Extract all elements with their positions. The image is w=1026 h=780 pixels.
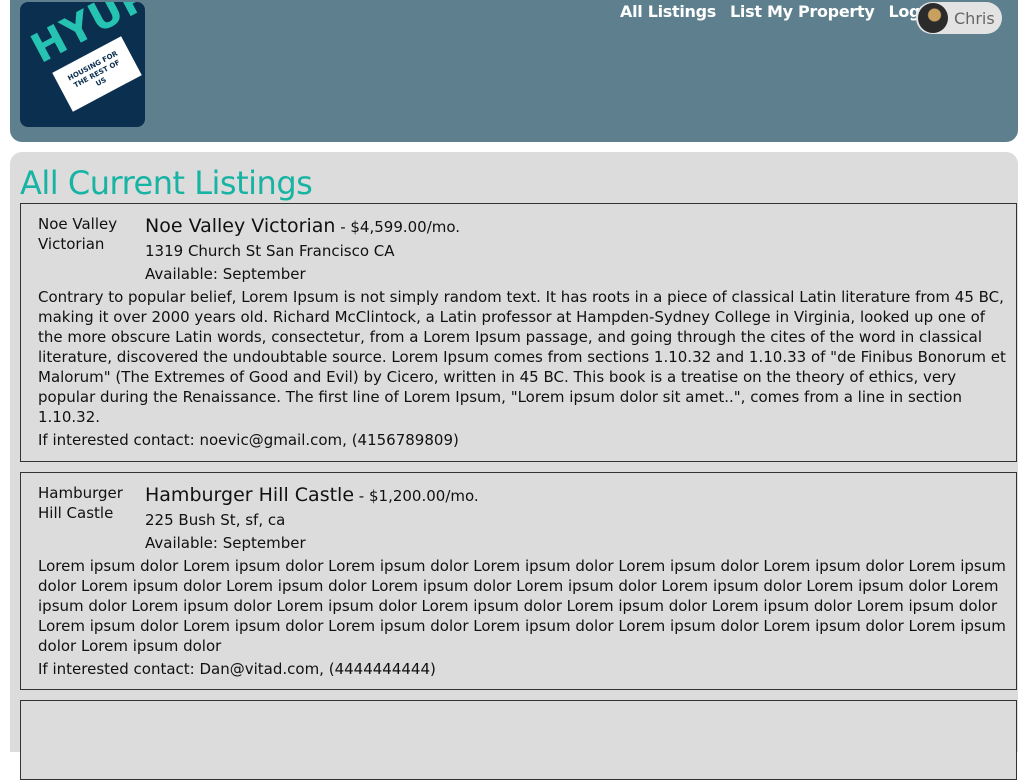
available-value: September bbox=[222, 265, 306, 283]
site-header: HYUP HOUSING FOR THE REST OF US All List… bbox=[10, 0, 1018, 142]
user-name: Chris bbox=[954, 8, 995, 28]
listing-title: Noe Valley Victorian bbox=[145, 215, 336, 237]
listing-image: Noe Valley Victorian bbox=[38, 215, 118, 253]
listing-availability: Available: September bbox=[38, 264, 1008, 284]
listing-card: Noe Valley Victorian Noe Valley Victoria… bbox=[20, 203, 1017, 462]
listing-price: - $1,200.00/mo. bbox=[358, 487, 479, 505]
available-label: Available: bbox=[145, 534, 218, 552]
main-nav: All Listings List My Property Logout bbox=[620, 2, 950, 21]
nav-list-my-property[interactable]: List My Property bbox=[730, 2, 875, 21]
listing-contact: If interested contact: noevic@gmail.com,… bbox=[38, 431, 459, 449]
listing-description: Lorem ipsum dolor Lorem ipsum dolor Lore… bbox=[38, 557, 1006, 655]
available-value: September bbox=[222, 534, 306, 552]
listing-price: - $4,599.00/mo. bbox=[340, 218, 461, 236]
listing-image: Hamburger Hill Castle bbox=[38, 484, 123, 522]
listing-address: 1319 Church St San Francisco CA bbox=[145, 242, 395, 260]
nav-all-listings[interactable]: All Listings bbox=[620, 2, 716, 21]
listing-card-partial bbox=[20, 700, 1017, 780]
listings-panel: All Current Listings Noe Valley Victoria… bbox=[10, 152, 1018, 780]
avatar bbox=[918, 3, 948, 33]
listing-contact: If interested contact: Dan@vitad.com, (4… bbox=[38, 660, 436, 678]
listing-description: Contrary to popular belief, Lorem Ipsum … bbox=[38, 288, 1006, 426]
available-label: Available: bbox=[145, 265, 218, 283]
listing-title: Hamburger Hill Castle bbox=[145, 484, 355, 506]
site-logo[interactable]: HYUP HOUSING FOR THE REST OF US bbox=[20, 2, 145, 127]
page-title: All Current Listings bbox=[20, 164, 313, 202]
listing-availability: Available: September bbox=[38, 533, 1008, 553]
listing-card: Hamburger Hill Castle Hamburger Hill Cas… bbox=[20, 472, 1017, 690]
user-menu[interactable]: Chris bbox=[916, 2, 1002, 34]
listing-address: 225 Bush St, sf, ca bbox=[145, 511, 286, 529]
